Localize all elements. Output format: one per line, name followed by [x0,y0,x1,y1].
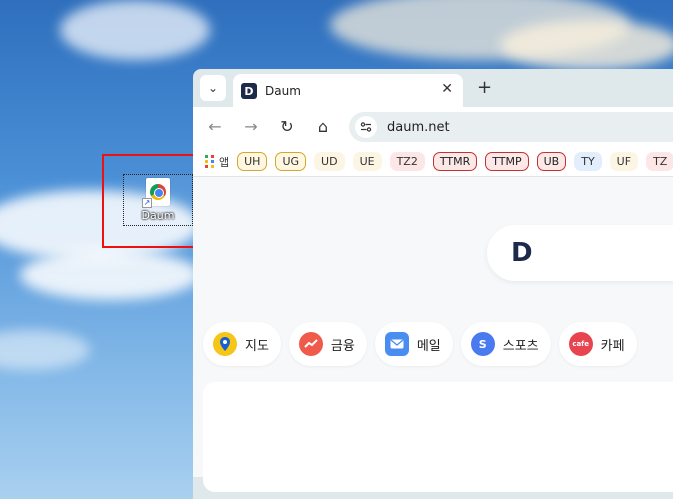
apps-grid-icon[interactable] [205,154,215,169]
bookmark-tz2[interactable]: TZ2 [389,152,425,171]
chrome-file-icon: ↗ [142,178,170,208]
sports-icon: S [470,332,495,356]
cloud [500,20,673,70]
shortcut-finance[interactable]: 금융 [288,322,367,366]
shortcut-mail[interactable]: 메일 [374,322,453,366]
cloud [20,250,200,300]
shortcut-label: 스포츠 [502,338,539,354]
browser-window: ⌄ D Daum ✕ + ← → ↻ ⌂ daum.net 앱 UH UG UD… [193,69,673,499]
shortcut-cafe[interactable]: cafe 카페 [558,322,637,366]
mail-icon [384,332,409,356]
service-shortcuts: 지도 금융 메일 S 스포츠 cafe 카페 [203,322,637,366]
daum-favicon-icon: D [241,83,257,99]
back-arrow-icon[interactable]: ← [205,117,225,136]
bookmark-ttmp[interactable]: TTMP [485,152,529,171]
tab-search-button[interactable]: ⌄ [200,75,226,101]
bookmark-uf[interactable]: UF [609,152,639,171]
shortcut-sports[interactable]: S 스포츠 [460,322,551,366]
site-info-icon[interactable] [355,116,377,138]
finance-chart-icon [298,332,323,356]
shortcut-label: 카페 [600,338,625,354]
apps-label[interactable]: 앱 [219,154,229,170]
shortcut-label: 지도 [245,338,269,354]
bookmark-ud[interactable]: UD [314,152,345,171]
chrome-icon [150,184,166,200]
daum-logo: D [511,238,533,268]
cloud [60,0,210,60]
tab-daum[interactable]: D Daum ✕ [233,74,463,108]
url-text: daum.net [387,119,450,135]
shortcut-label: 금융 [330,338,355,354]
bookmark-ue[interactable]: UE [352,152,382,171]
desktop-shortcut-daum[interactable]: ↗ Daum [123,174,193,226]
bookmark-uh[interactable]: UH [237,152,268,171]
new-tab-button[interactable]: + [477,77,492,98]
bookmark-ttmr[interactable]: TTMR [432,152,478,171]
chevron-down-icon: ⌄ [207,81,219,95]
address-bar[interactable]: daum.net [349,112,673,142]
tab-title: Daum [265,84,301,98]
forward-arrow-icon[interactable]: → [241,117,261,136]
cafe-icon: cafe [568,332,593,356]
bookmark-tz[interactable]: TZ [646,152,673,171]
desktop-icon-label: Daum [141,209,175,222]
search-box[interactable]: D [487,225,673,281]
cloud [0,330,90,370]
shortcut-arrow-icon: ↗ [142,198,152,208]
toolbar: ← → ↻ ⌂ daum.net [193,107,673,147]
map-pin-icon [213,332,237,356]
bookmark-ty[interactable]: TY [574,152,602,171]
close-tab-icon[interactable]: ✕ [441,81,453,97]
reload-icon[interactable]: ↻ [277,117,297,136]
shortcut-map[interactable]: 지도 [203,322,281,366]
bookmark-ug[interactable]: UG [275,152,307,171]
bookmarks-bar: 앱 UH UG UD UE TZ2 TTMR TTMP UB TY UF TZ [193,147,673,177]
content-card [203,382,673,492]
tab-bar: ⌄ D Daum ✕ + [193,69,673,108]
daum-page: D 지도 금융 메일 S 스포츠 cafe 카페 [193,177,673,492]
bookmark-ub[interactable]: UB [536,152,567,171]
shortcut-label: 메일 [416,338,441,354]
home-icon[interactable]: ⌂ [313,117,333,136]
